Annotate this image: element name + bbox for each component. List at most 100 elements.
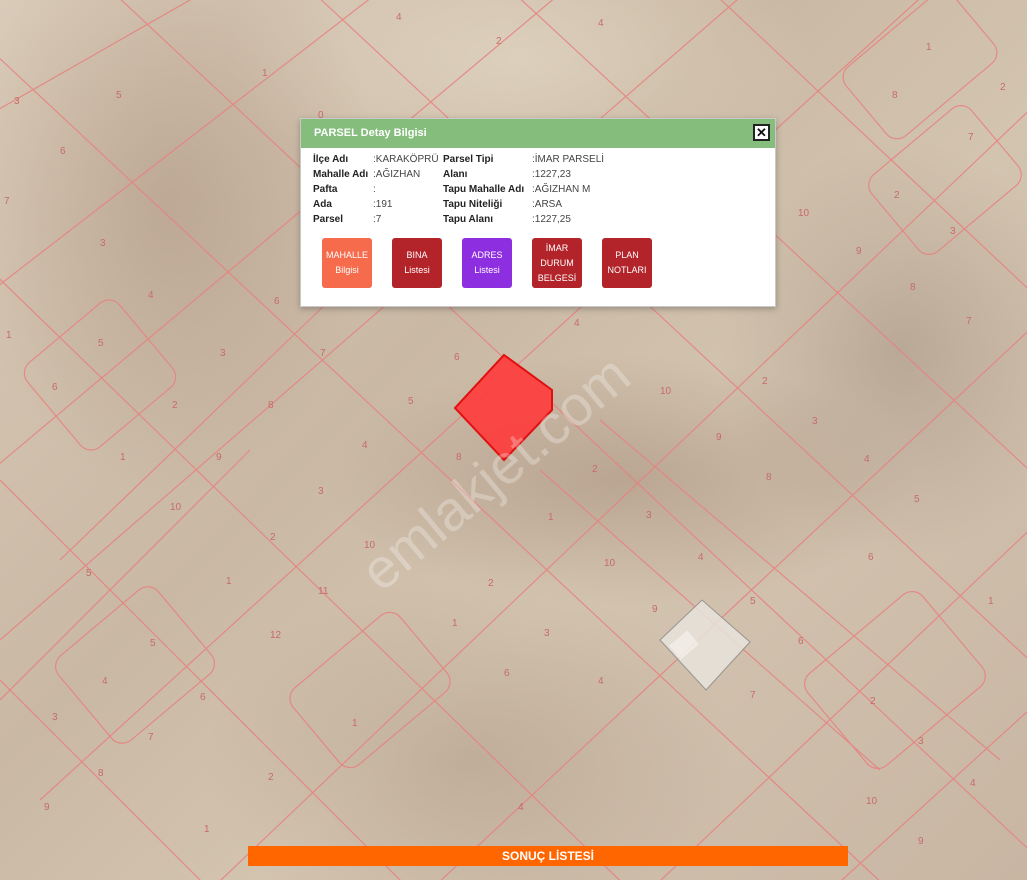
popup-header: PARSEL Detay Bilgisi ✕	[301, 119, 775, 148]
svg-text:5: 5	[408, 396, 414, 407]
svg-text:7: 7	[968, 132, 974, 143]
svg-text:7: 7	[148, 732, 154, 743]
svg-text:1: 1	[548, 512, 554, 523]
svg-text:3: 3	[14, 96, 20, 107]
svg-text:9: 9	[918, 836, 924, 847]
value-tapu-mahalle: :AĞIZHAN M	[532, 184, 591, 195]
label-mahalle: Mahalle Adı	[313, 169, 369, 180]
result-list-button[interactable]: SONUÇ LİSTESİ	[248, 846, 848, 866]
svg-text:3: 3	[544, 628, 550, 639]
svg-text:4: 4	[864, 454, 870, 465]
label-tapu-niteligi: Tapu Niteliği	[443, 199, 503, 210]
svg-text:2: 2	[592, 464, 598, 475]
svg-text:10: 10	[364, 540, 376, 551]
value-ada: :191	[373, 199, 393, 210]
svg-text:11: 11	[318, 586, 329, 597]
imar-durum-belgesi-button[interactable]: İMAR DURUM BELGESİ	[532, 238, 582, 288]
svg-text:1: 1	[452, 618, 458, 629]
svg-text:3: 3	[918, 736, 924, 747]
label-pafta: Pafta	[313, 184, 338, 195]
label-tapu-alani: Tapu Alanı	[443, 214, 493, 225]
svg-text:5: 5	[116, 90, 122, 101]
svg-text:5: 5	[98, 338, 104, 349]
svg-text:5: 5	[750, 596, 756, 607]
svg-text:1: 1	[262, 68, 268, 79]
svg-text:2: 2	[268, 772, 274, 783]
svg-text:3: 3	[318, 486, 324, 497]
svg-text:3: 3	[950, 226, 956, 237]
svg-text:9: 9	[216, 452, 222, 463]
svg-text:9: 9	[716, 432, 722, 443]
svg-text:5: 5	[914, 494, 920, 505]
svg-text:4: 4	[148, 290, 154, 301]
svg-text:1: 1	[988, 596, 994, 607]
svg-text:4: 4	[102, 676, 108, 687]
value-tapu-alani: :1227,25	[532, 214, 571, 225]
value-ilce: :KARAKÖPRÜ	[373, 154, 439, 165]
svg-text:4: 4	[598, 18, 604, 29]
building-icon	[659, 599, 751, 691]
svg-text:8: 8	[268, 400, 274, 411]
label-alani: Alanı	[443, 169, 468, 180]
selected-parcel	[453, 353, 553, 462]
svg-text:4: 4	[598, 676, 604, 687]
svg-text:1: 1	[6, 330, 12, 341]
svg-text:7: 7	[320, 348, 326, 359]
svg-text:2: 2	[762, 376, 768, 387]
svg-text:2: 2	[496, 36, 502, 47]
value-mahalle: :AĞIZHAN	[373, 169, 421, 180]
svg-text:6: 6	[200, 692, 206, 703]
value-pafta: :	[373, 184, 376, 195]
svg-text:2: 2	[488, 578, 494, 589]
svg-text:1: 1	[204, 824, 210, 835]
value-tapu-niteligi: :ARSA	[532, 199, 563, 210]
svg-text:4: 4	[698, 552, 704, 563]
svg-text:3: 3	[52, 712, 58, 723]
svg-text:9: 9	[652, 604, 658, 615]
svg-text:4: 4	[970, 778, 976, 789]
svg-text:10: 10	[170, 502, 182, 513]
svg-text:7: 7	[4, 196, 10, 207]
svg-text:2: 2	[1000, 82, 1006, 93]
adres-listesi-button[interactable]: ADRES Listesi	[462, 238, 512, 288]
svg-text:3: 3	[220, 348, 226, 359]
label-parsel: Parsel	[313, 214, 344, 225]
svg-text:2: 2	[870, 696, 876, 707]
svg-text:4: 4	[362, 440, 368, 451]
svg-text:1: 1	[352, 718, 358, 729]
svg-text:4: 4	[574, 318, 580, 329]
label-ada: Ada	[313, 199, 332, 210]
svg-text:3: 3	[646, 510, 652, 521]
svg-text:3: 3	[100, 238, 106, 249]
svg-text:4: 4	[396, 12, 402, 23]
value-parsel-tipi: :İMAR PARSELİ	[532, 154, 605, 165]
bina-listesi-button[interactable]: BINA Listesi	[392, 238, 442, 288]
close-icon[interactable]: ✕	[753, 124, 770, 141]
svg-text:6: 6	[504, 668, 510, 679]
svg-text:6: 6	[798, 636, 804, 647]
svg-text:6: 6	[60, 146, 66, 157]
svg-text:10: 10	[866, 796, 878, 807]
svg-text:2: 2	[172, 400, 178, 411]
label-parsel-tipi: Parsel Tipi	[443, 154, 494, 165]
svg-text:10: 10	[798, 208, 810, 219]
svg-text:6: 6	[274, 296, 280, 307]
svg-text:2: 2	[270, 532, 276, 543]
value-alani: :1227,23	[532, 169, 571, 180]
mahalle-bilgisi-button[interactable]: MAHALLE Bilgisi	[322, 238, 372, 288]
svg-text:10: 10	[604, 558, 616, 569]
value-parsel: :7	[373, 214, 382, 225]
svg-text:8: 8	[766, 472, 772, 483]
svg-text:1: 1	[926, 42, 932, 53]
svg-text:6: 6	[454, 352, 460, 363]
svg-text:7: 7	[750, 690, 756, 701]
svg-text:6: 6	[52, 382, 58, 393]
plan-notlari-button[interactable]: PLAN NOTLARI	[602, 238, 652, 288]
svg-text:8: 8	[910, 282, 916, 293]
svg-text:5: 5	[86, 568, 92, 579]
svg-text:1: 1	[226, 576, 232, 587]
svg-text:8: 8	[892, 90, 898, 101]
label-tapu-mahalle: Tapu Mahalle Adı	[443, 184, 525, 195]
svg-text:8: 8	[98, 768, 104, 779]
svg-text:8: 8	[456, 452, 462, 463]
